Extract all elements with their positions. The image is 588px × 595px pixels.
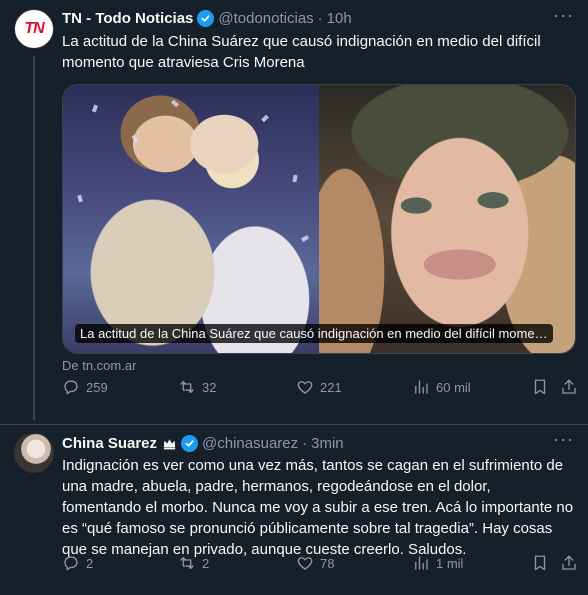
like-button[interactable]: 221 [296, 378, 342, 396]
confetti [131, 134, 139, 143]
retweet-count: 2 [202, 555, 210, 571]
like-count: 221 [320, 379, 342, 395]
more-icon[interactable]: ··· [553, 5, 574, 26]
heart-icon [297, 557, 313, 570]
timestamp[interactable]: 10h [327, 10, 352, 27]
bookmark-button[interactable] [531, 378, 549, 396]
verified-badge-icon [197, 10, 215, 27]
author-handle[interactable]: @todonoticias [218, 10, 313, 27]
confetti [77, 194, 83, 203]
more-icon[interactable]: ··· [553, 429, 574, 450]
link-card[interactable]: La actitud de la China Suárez que causó … [62, 84, 576, 354]
reply-icon [64, 380, 78, 395]
avatar-logo-text: TN [24, 20, 44, 37]
like-count: 78 [320, 555, 335, 571]
card-source[interactable]: De tn.com.ar [62, 358, 136, 373]
like-button[interactable]: 78 [296, 554, 334, 572]
retweet-icon [180, 381, 194, 393]
views-button[interactable]: 1 mil [412, 554, 463, 572]
retweet-button[interactable]: 2 [178, 554, 209, 572]
retweet-icon [180, 557, 194, 569]
reply-icon [64, 556, 78, 571]
reply-count: 259 [86, 379, 108, 395]
timestamp[interactable]: 3min [311, 435, 344, 452]
share-icon [562, 379, 576, 394]
bookmark-button[interactable] [531, 554, 549, 572]
bookmark-icon [534, 555, 546, 571]
retweet-button[interactable]: 32 [178, 378, 216, 396]
views-count: 1 mil [436, 555, 464, 571]
views-icon [415, 380, 428, 394]
views-button[interactable]: 60 mil [412, 378, 471, 396]
card-caption: La actitud de la China Suárez que causó … [75, 324, 553, 343]
tweet-text: La actitud de la China Suárez que causó … [62, 33, 541, 71]
crown-icon [161, 436, 177, 452]
confetti [292, 174, 298, 183]
tweet-header: China Suarez @chinasuarez · 3min [62, 435, 344, 452]
tweet-chinasuarez[interactable]: China Suarez @chinasuarez · 3min ··· Ind… [0, 424, 588, 595]
confetti [171, 99, 179, 108]
views-icon [415, 556, 428, 570]
share-button[interactable] [560, 378, 578, 396]
confetti [300, 235, 310, 242]
share-icon [562, 555, 576, 570]
reply-button[interactable]: 259 [62, 378, 108, 396]
share-button[interactable] [560, 554, 578, 572]
author-handle[interactable]: @chinasuarez [202, 435, 298, 452]
tweet-todonoticias[interactable]: TN TN - Todo Noticias @todonoticias · 10… [0, 0, 588, 424]
bookmark-icon [534, 379, 546, 395]
reply-count: 2 [86, 555, 94, 571]
heart-icon [297, 381, 313, 394]
verified-badge-icon [181, 435, 199, 452]
avatar[interactable]: TN [14, 9, 54, 49]
card-image-right [319, 85, 575, 353]
reply-button[interactable]: 2 [62, 554, 93, 572]
author-name[interactable]: China Suarez [62, 435, 157, 452]
confetti [91, 104, 99, 113]
views-count: 60 mil [436, 379, 471, 395]
separator-dot: · [317, 10, 323, 27]
thread-line [33, 56, 35, 420]
avatar[interactable] [14, 433, 54, 473]
author-name[interactable]: TN - Todo Noticias [62, 10, 193, 27]
separator-dot: · [302, 435, 308, 452]
card-image-left [63, 85, 319, 353]
confetti [261, 114, 269, 123]
tweet-text: Indignación es ver como una vez más, tan… [62, 457, 574, 558]
tweet-header: TN - Todo Noticias @todonoticias · 10h [62, 10, 352, 27]
retweet-count: 32 [202, 379, 217, 395]
